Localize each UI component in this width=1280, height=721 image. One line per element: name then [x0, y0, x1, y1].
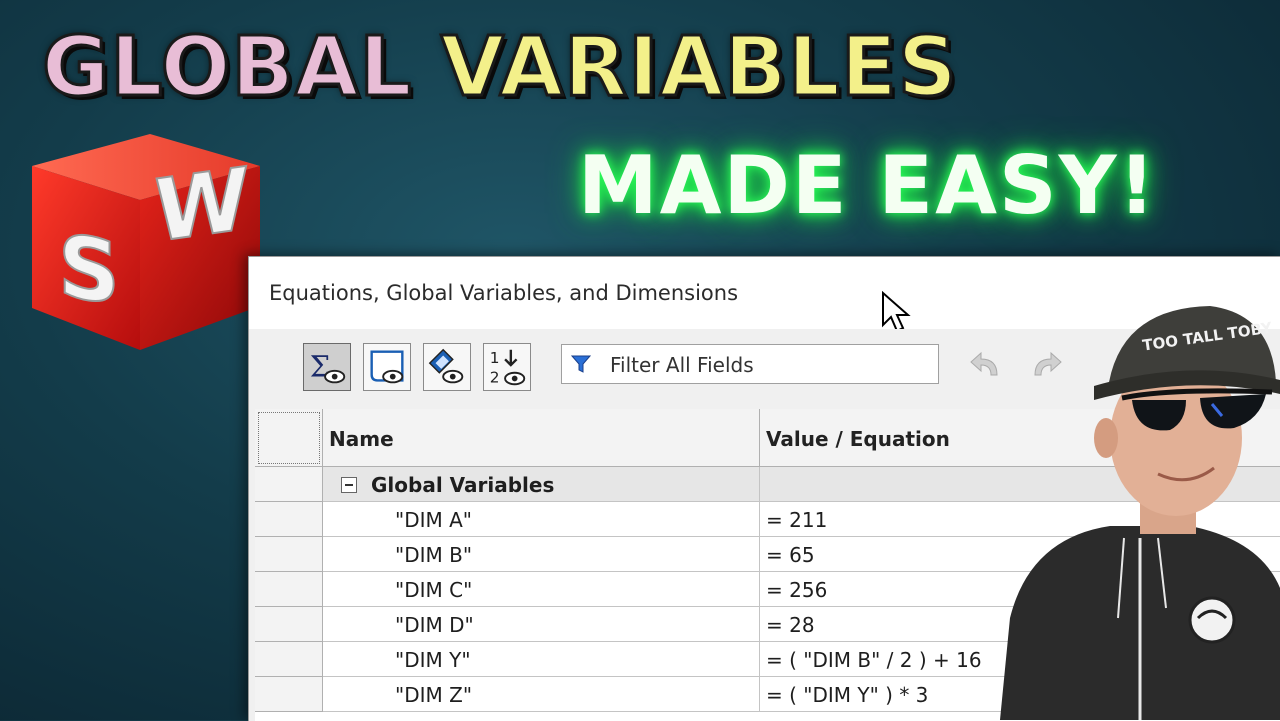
variable-name-cell[interactable]: "DIM C": [323, 572, 760, 607]
column-header-name[interactable]: Name: [323, 409, 760, 467]
svg-text:W: W: [154, 150, 249, 263]
filter-icon: [570, 355, 592, 373]
ordered-view-button[interactable]: 1 2: [483, 343, 531, 391]
thumbnail-subtitle: MADE EASY!: [578, 139, 1158, 232]
ordered-view-icon: 1 2: [490, 349, 526, 386]
title-global-text: GLOBAL: [41, 19, 414, 117]
dimension-view-button[interactable]: [423, 343, 471, 391]
variable-name-cell[interactable]: "DIM A": [323, 502, 760, 537]
variable-name-cell[interactable]: "DIM B": [323, 537, 760, 572]
svg-text:1: 1: [490, 349, 500, 367]
sketch-equation-view-button[interactable]: [363, 343, 411, 391]
row-gutter[interactable]: [255, 677, 323, 712]
row-gutter[interactable]: [255, 467, 323, 502]
row-gutter[interactable]: [255, 642, 323, 677]
group-label: Global Variables: [371, 473, 555, 497]
row-gutter[interactable]: [255, 502, 323, 537]
dimension-view-icon: [428, 348, 464, 384]
equation-view-button[interactable]: Σ: [303, 343, 351, 391]
svg-text:S: S: [58, 216, 120, 324]
group-cell: Global Variables: [323, 467, 760, 502]
solidworks-logo-icon: S W: [22, 128, 272, 358]
dialog-title: Equations, Global Variables, and Dimensi…: [269, 281, 739, 305]
sketch-equation-view-icon: [370, 350, 404, 384]
variable-name-cell[interactable]: "DIM D": [323, 607, 760, 642]
table-corner-cell[interactable]: [255, 409, 323, 467]
variable-name-cell[interactable]: "DIM Z": [323, 677, 760, 712]
presenter-photo: TOO TALL TOBY: [1000, 306, 1280, 720]
title-variables-text: VARIABLES: [439, 19, 958, 117]
variable-name-cell[interactable]: "DIM Y": [323, 642, 760, 677]
row-gutter[interactable]: [255, 537, 323, 572]
row-gutter[interactable]: [255, 572, 323, 607]
equation-view-icon: Σ: [310, 350, 346, 384]
filter-placeholder: Filter All Fields: [610, 353, 754, 377]
collapse-icon[interactable]: [341, 477, 357, 493]
row-gutter[interactable]: [255, 607, 323, 642]
thumbnail-title: GLOBAL VARIABLES: [41, 18, 959, 118]
filter-all-fields-input[interactable]: Filter All Fields: [561, 344, 939, 384]
svg-text:2: 2: [490, 368, 500, 386]
